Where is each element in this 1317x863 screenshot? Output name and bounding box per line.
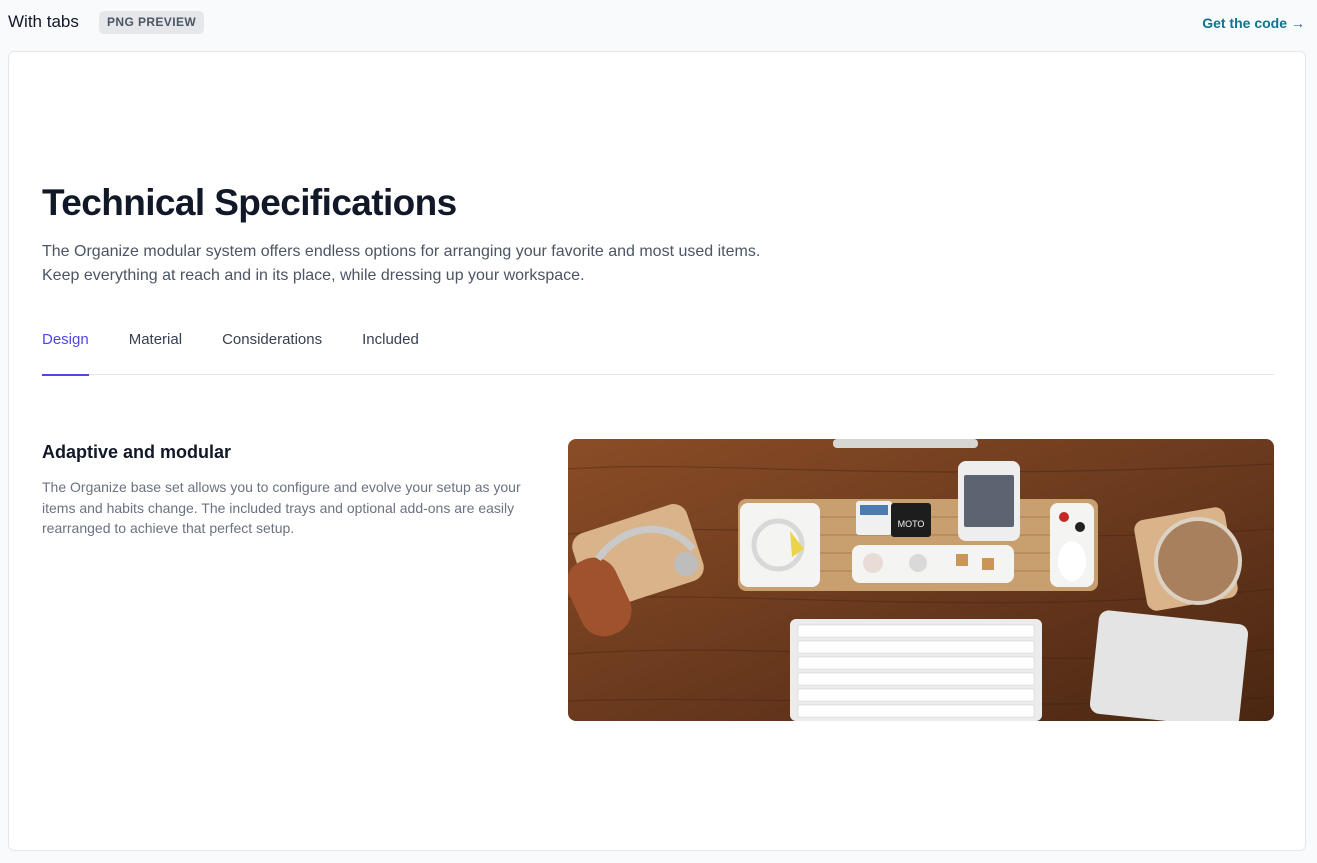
moto-label: MOTO xyxy=(898,519,925,529)
get-the-code-link[interactable]: Get the code → xyxy=(1202,15,1305,31)
png-preview-badge: PNG PREVIEW xyxy=(99,11,205,34)
trackpad xyxy=(1089,610,1249,721)
desk-organizer-illustration: MOTO xyxy=(568,439,1274,721)
monitor-stand xyxy=(833,439,978,448)
intro-line-1: The Organize modular system offers endle… xyxy=(42,243,761,260)
section-title: Adaptive and modular xyxy=(42,442,232,462)
tab-material[interactable]: Material xyxy=(129,322,182,375)
section-description: The Organize base set allows you to conf… xyxy=(42,479,521,536)
tab-design[interactable]: Design xyxy=(42,322,89,376)
page-title: Technical Specifications xyxy=(42,182,457,223)
preview-header: With tabs PNG PREVIEW Get the code → xyxy=(0,0,1317,44)
intro-text: The Organize modular system offers endle… xyxy=(42,240,842,288)
tab-included[interactable]: Included xyxy=(362,322,419,375)
product-image: MOTO xyxy=(568,439,1274,721)
arrow-right-icon: → xyxy=(1291,15,1305,31)
tab-considerations[interactable]: Considerations xyxy=(222,322,322,375)
get-the-code-label: Get the code xyxy=(1202,15,1287,31)
preview-title: With tabs xyxy=(8,12,79,31)
tab-list: Design Material Considerations Included xyxy=(42,322,1274,376)
mouse xyxy=(1058,541,1086,581)
coffee-glass xyxy=(1154,517,1242,605)
intro-line-2: Keep everything at reach and in its plac… xyxy=(42,267,585,284)
preview-panel: Technical Specifications The Organize mo… xyxy=(8,51,1306,851)
